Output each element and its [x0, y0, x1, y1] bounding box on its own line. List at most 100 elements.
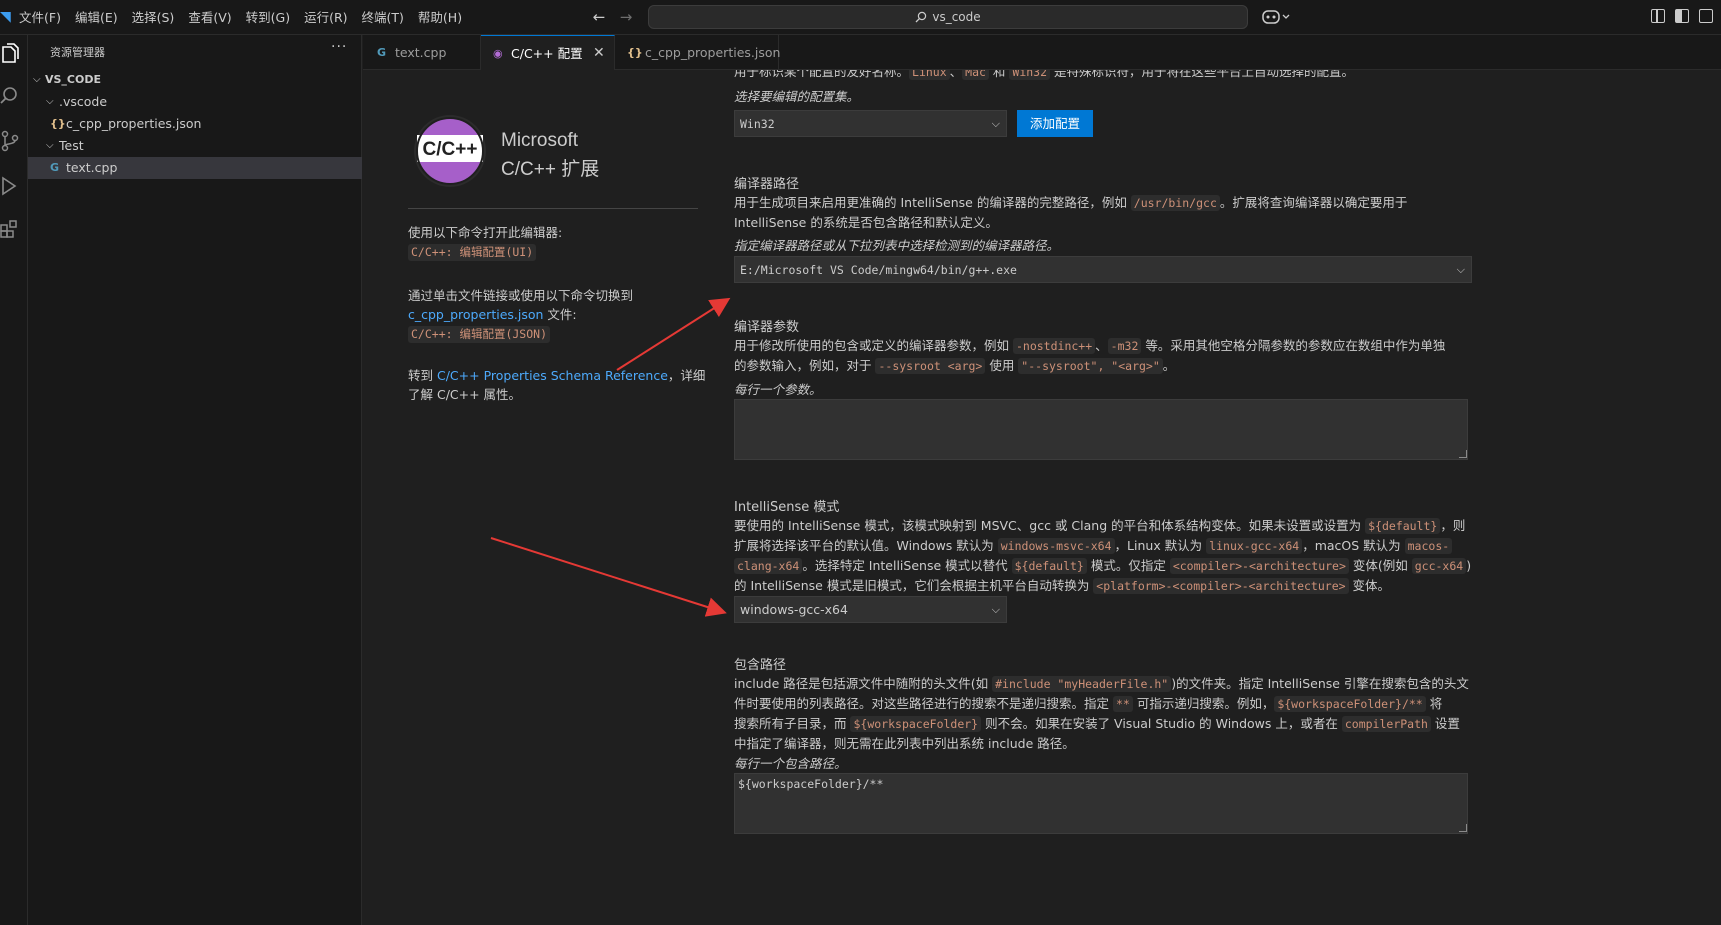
- text: ，Linux 默认为: [1114, 538, 1207, 553]
- goto-line2: 了解 C/C++ 属性。: [408, 387, 522, 402]
- compiler-path-title: 编译器路径: [734, 177, 800, 192]
- code-windows-msvc: windows-msvc-x64: [997, 538, 1115, 554]
- compiler-args-title: 编译器参数: [734, 320, 800, 335]
- include-path-hint: 每行一个包含路径。: [734, 756, 847, 771]
- include-path-title: 包含路径: [734, 658, 787, 673]
- cpp-file-icon: G: [50, 161, 60, 174]
- text: 设置: [1430, 716, 1460, 731]
- arrow-left-icon[interactable]: ←: [590, 8, 608, 26]
- code-macos: macos-: [1404, 538, 1453, 554]
- divider: [408, 208, 698, 209]
- open-ui-help: 使用以下命令打开此编辑器: C/C++: 编辑配置(UI): [408, 223, 562, 261]
- text: 则不会。如果在安装了 Visual Studio 的 Windows 上，或者在: [981, 716, 1342, 731]
- cpp-config-icon: ◉: [493, 47, 503, 60]
- code-gcc-path: /usr/bin/gcc: [1130, 195, 1220, 211]
- extensions-icon[interactable]: [0, 218, 20, 240]
- run-debug-icon[interactable]: [0, 175, 20, 197]
- code-platform-compiler-arch: <platform>-<compiler>-<architecture>: [1093, 578, 1349, 594]
- text: 。选择特定 IntelliSense 模式以替代: [802, 558, 1012, 573]
- select-value: windows-gcc-x64: [740, 602, 848, 617]
- sidebar-title: 资源管理器: [50, 46, 105, 59]
- code-compiler-arch: <compiler>-<architecture>: [1169, 558, 1349, 574]
- menu-selection[interactable]: 选择(S): [125, 0, 182, 35]
- arrow-right-icon[interactable]: →: [617, 8, 635, 26]
- tab-cpp-config[interactable]: ◉ C/C++ 配置 ✕: [481, 35, 615, 71]
- resize-handle-icon[interactable]: [1459, 450, 1467, 458]
- tree-folder-test[interactable]: ⌵ Test: [28, 135, 362, 157]
- switch-suffix: 文件:: [543, 307, 577, 322]
- intellisense-mode-select[interactable]: windows-gcc-x64 ⌵: [734, 596, 1007, 623]
- code-nostdinc: -nostdinc++: [1012, 338, 1096, 354]
- text: 。扩展将查询编译器以确定要用于: [1219, 195, 1408, 210]
- text: 变体(例如: [1348, 558, 1412, 573]
- tab-label: C/C++ 配置: [511, 46, 583, 61]
- menu-terminal[interactable]: 终端(T): [355, 0, 411, 35]
- tree-file-c-cpp-properties[interactable]: {} c_cpp_properties.json: [28, 113, 362, 135]
- tree-folder-root[interactable]: ⌵ VS_CODE: [28, 69, 362, 91]
- tree-file-text-cpp[interactable]: G text.cpp: [28, 157, 362, 179]
- compiler-path-select[interactable]: E:/Microsoft VS Code/mingw64/bin/g++.exe…: [734, 256, 1472, 283]
- menu-go[interactable]: 转到(G): [239, 0, 297, 35]
- include-path-textarea[interactable]: ${workspaceFolder}/**: [734, 773, 1468, 834]
- chevron-down-icon: ⌵: [33, 74, 41, 85]
- search-icon: [915, 11, 927, 23]
- cpp-file-icon: G: [377, 46, 387, 59]
- config-select[interactable]: Win32 ⌵: [734, 110, 1007, 137]
- text: 、: [949, 70, 963, 79]
- resize-handle-icon[interactable]: [1459, 824, 1467, 832]
- logo-text: C/C++: [423, 139, 478, 160]
- intellisense-mode-title: IntelliSense 模式: [734, 500, 840, 515]
- code-default: ${default}: [1365, 518, 1441, 534]
- source-control-icon[interactable]: [0, 130, 20, 152]
- search-icon[interactable]: [0, 85, 20, 107]
- select-value: E:/Microsoft VS Code/mingw64/bin/g++.exe: [740, 263, 1017, 277]
- close-icon[interactable]: ✕: [593, 36, 605, 71]
- copilot-icon[interactable]: [1262, 8, 1292, 26]
- add-configuration-button[interactable]: 添加配置: [1017, 110, 1094, 137]
- compiler-path-hint: 指定编译器路径或从下拉列表中选择检测到的编译器路径。: [734, 238, 1060, 253]
- json-file-icon: {}: [50, 117, 66, 130]
- open-json-command: C/C++: 编辑配置(JSON): [408, 326, 551, 343]
- intellisense-mode-desc: 要使用的 IntelliSense 模式，该模式映射到 MSVC、gcc 或 C…: [734, 516, 1721, 596]
- switch-text: 通过单击文件链接或使用以下命令切换到: [408, 288, 634, 303]
- text: 扩展将选择该平台的默认值。Windows 默认为: [734, 538, 998, 553]
- explorer-icon[interactable]: [0, 43, 20, 65]
- menu-edit[interactable]: 编辑(E): [68, 0, 125, 35]
- goto-suffix: ，详细: [667, 368, 706, 383]
- tree-label: text.cpp: [66, 160, 118, 175]
- menu-run[interactable]: 运行(R): [297, 0, 354, 35]
- editor-tab-bar: G text.cpp ◉ C/C++ 配置 ✕ {} c_cpp_propert…: [363, 35, 1721, 71]
- menu-file[interactable]: 文件(F): [12, 0, 68, 35]
- compiler-args-textarea[interactable]: [734, 399, 1468, 460]
- text: 中指定了编译器，则无需在此列表中列出系统 include 路径。: [734, 736, 1075, 751]
- compiler-path-desc: 用于生成项目来启用更准确的 IntelliSense 的编译器的完整路径，例如 …: [734, 193, 1721, 232]
- tab-label: text.cpp: [395, 45, 447, 60]
- vscode-logo-icon[interactable]: ◥: [0, 9, 12, 25]
- code-sysroot: --sysroot <arg>: [875, 358, 986, 374]
- tab-c-cpp-properties[interactable]: {} c_cpp_properties.json: [615, 35, 780, 70]
- code-mac: Mac: [962, 70, 989, 80]
- more-actions-icon[interactable]: ···: [331, 39, 347, 55]
- text: 等。采用其他空格分隔参数的参数应在数组中作为单独: [1141, 338, 1446, 353]
- menu-help[interactable]: 帮助(H): [411, 0, 469, 35]
- menu-view[interactable]: 查看(V): [181, 0, 238, 35]
- toggle-secondary-sidebar-icon[interactable]: [1699, 9, 1713, 23]
- cpp-config-editor: C/C++ Microsoft C/C++ 扩展 使用以下命令打开此编辑器: C…: [363, 70, 1721, 925]
- code-linux: Linux: [909, 70, 950, 80]
- code-compiler-path: compilerPath: [1341, 716, 1431, 732]
- toggle-sidebar-icon[interactable]: [1651, 9, 1665, 23]
- config-select-label: 选择要编辑的配置集。: [734, 89, 860, 104]
- text: IntelliSense 的系统是否包含路径和默认定义。: [734, 215, 998, 230]
- code-m32: -m32: [1107, 338, 1142, 354]
- code-gcc-x64: gcc-x64: [1411, 558, 1467, 574]
- json-file-link[interactable]: c_cpp_properties.json: [408, 307, 543, 322]
- command-center-search[interactable]: vs_code: [648, 5, 1248, 29]
- schema-reference-link[interactable]: C/C++ Properties Schema Reference: [437, 368, 668, 383]
- toggle-panel-icon[interactable]: [1675, 9, 1689, 23]
- text: 可指示递归搜索。例如，: [1132, 696, 1275, 711]
- tab-text-cpp[interactable]: G text.cpp: [363, 35, 481, 70]
- tree-folder-vscode[interactable]: ⌵ .vscode: [28, 91, 362, 113]
- text: 是特殊标识符，用于将在这些平台上自动选择的配置。: [1050, 70, 1354, 79]
- text: 模式。仅指定: [1086, 558, 1170, 573]
- text: include 路径是包括源文件中随附的头文件(如: [734, 676, 993, 691]
